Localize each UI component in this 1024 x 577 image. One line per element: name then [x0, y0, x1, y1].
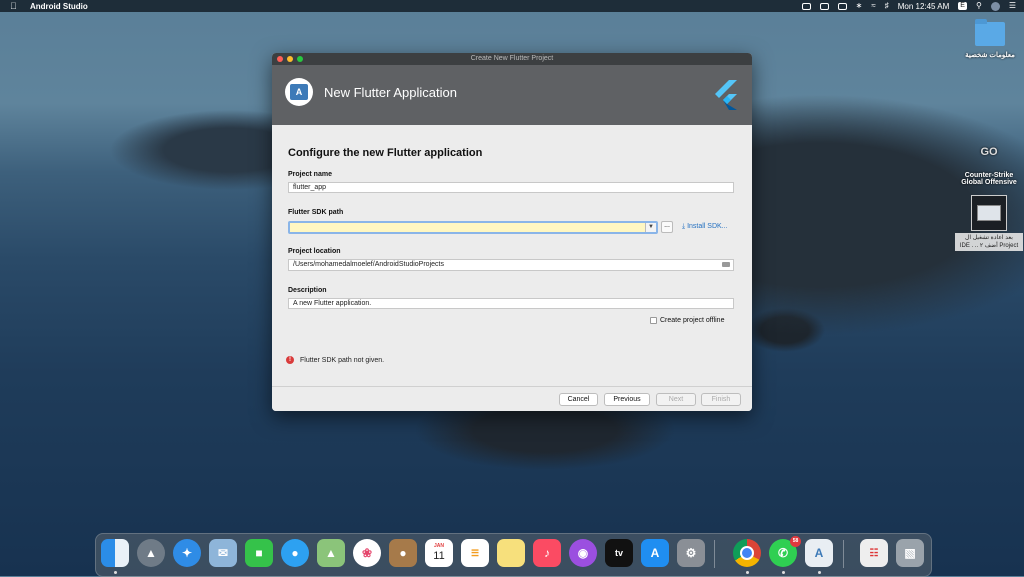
launchpad-icon[interactable]: ▲	[137, 539, 165, 567]
android-studio-logo-icon: A	[285, 78, 313, 106]
music-icon[interactable]: ♪	[533, 539, 561, 567]
close-window-button[interactable]	[277, 56, 283, 62]
wifi-icon[interactable]: ≈	[871, 0, 875, 12]
maps-icon[interactable]: ▲	[317, 539, 345, 567]
app-menu-name[interactable]: Android Studio	[30, 2, 88, 11]
browse-sdk-button[interactable]: ...	[661, 221, 673, 233]
csgo-label-line2: Global Offensive	[961, 179, 1017, 186]
database-icon[interactable]: ☷	[860, 539, 888, 567]
cancel-button[interactable]: Cancel	[559, 393, 598, 406]
spotlight-search-icon[interactable]: ⚲	[976, 0, 982, 12]
previous-button[interactable]: Previous	[604, 393, 650, 406]
app-store-icon[interactable]: A	[641, 539, 669, 567]
project-location-value: /Users/mohamedalmoelef/AndroidStudioProj…	[293, 261, 444, 268]
calendar-day: 11	[433, 550, 445, 562]
sdk-path-label: Flutter SDK path	[288, 209, 344, 216]
desktop-shortcut[interactable]: بعد اعادة تشغيل ال IDE . .. أضف ٢ Projec…	[955, 195, 1023, 251]
shortcut-label: بعد اعادة تشغيل ال IDE . .. أضف ٢ Projec…	[955, 233, 1023, 251]
desktop-folder[interactable]: معلومات شخصية	[962, 19, 1018, 59]
dialog-content: Configure the new Flutter application Pr…	[272, 125, 752, 387]
trash-icon[interactable]: ▧	[896, 539, 924, 567]
install-sdk-label: Install SDK...	[687, 223, 728, 230]
running-indicator	[818, 571, 821, 574]
project-location-input[interactable]: /Users/mohamedalmoelef/AndroidStudioProj…	[288, 259, 734, 271]
finder-icon[interactable]	[101, 539, 129, 567]
notification-center-icon[interactable]: ☰	[1009, 0, 1016, 12]
dialog-footer: Cancel Previous Next Finish	[272, 386, 752, 411]
chrome-icon[interactable]	[733, 539, 761, 567]
siri-icon[interactable]	[990, 1, 1000, 11]
next-button[interactable]: Next	[656, 393, 696, 406]
create-offline-option[interactable]: Create project offline	[650, 317, 724, 324]
dialog-banner: A New Flutter Application	[272, 65, 752, 125]
clock[interactable]: Mon 12:45 AM	[898, 2, 950, 11]
banner-title: New Flutter Application	[324, 85, 457, 100]
error-message: Flutter SDK path not given.	[300, 356, 385, 364]
display-icon[interactable]	[837, 2, 847, 10]
browse-folder-icon[interactable]	[722, 262, 730, 267]
creative-cloud-icon[interactable]	[801, 2, 811, 10]
tv-icon[interactable]: tv	[605, 539, 633, 567]
chevron-down-icon[interactable]: ▼	[645, 223, 656, 232]
apple-menu-icon[interactable]: 	[10, 2, 18, 11]
project-name-input[interactable]: flutter_app	[288, 182, 734, 193]
status-area: ∗ ≈ ♯ Mon 12:45 AM E ⚲ ☰	[801, 0, 1016, 12]
contacts-icon[interactable]: ●	[389, 539, 417, 567]
project-location-label: Project location	[288, 248, 341, 255]
messages-icon[interactable]: ●	[281, 539, 309, 567]
install-sdk-link[interactable]: ⤓ Install SDK...	[682, 223, 728, 231]
whatsapp-badge: 58	[790, 536, 801, 547]
dock-divider	[714, 540, 715, 568]
running-indicator	[746, 571, 749, 574]
validation-error: ! Flutter SDK path not given.	[286, 356, 384, 364]
input-source-icon[interactable]: E	[958, 2, 967, 10]
window-title: Create New Flutter Project	[470, 55, 554, 62]
tv-label: tv	[614, 548, 623, 558]
running-indicator	[114, 571, 117, 574]
create-offline-label: Create project offline	[660, 317, 725, 324]
window-controls	[277, 56, 303, 62]
screenshot-thumbnail-icon	[971, 195, 1007, 231]
reminders-icon[interactable]: ☰	[461, 539, 489, 567]
bluetooth-icon[interactable]: ∗	[856, 0, 863, 12]
volume-icon[interactable]: ♯	[885, 0, 889, 12]
create-offline-checkbox[interactable]	[650, 317, 657, 324]
finish-button[interactable]: Finish	[701, 393, 741, 406]
running-indicator	[782, 571, 785, 574]
zoom-window-button[interactable]	[297, 56, 303, 62]
description-input[interactable]: A new Flutter application.	[288, 298, 734, 309]
create-flutter-project-dialog: Create New Flutter Project A New Flutter…	[272, 53, 752, 411]
shortcut-label-line1: بعد اعادة تشغيل ال	[965, 235, 1013, 241]
mail-icon[interactable]: ✉	[209, 539, 237, 567]
android-studio-icon[interactable]: A	[805, 539, 833, 567]
desktop-folder-label: معلومات شخصية	[965, 52, 1015, 59]
calendar-icon[interactable]: JAN 11	[425, 539, 453, 567]
dialog-titlebar[interactable]: Create New Flutter Project	[272, 53, 752, 65]
csgo-icon: GO	[980, 146, 998, 158]
dock-divider	[843, 540, 844, 568]
error-icon: !	[286, 356, 294, 364]
podcasts-icon[interactable]: ◉	[569, 539, 597, 567]
calendar-month: JAN	[433, 543, 444, 549]
folder-icon	[975, 19, 1005, 46]
flutter-logo-icon	[715, 80, 737, 110]
sdk-path-combobox[interactable]: ▼	[288, 221, 658, 234]
safari-icon[interactable]: ✦	[173, 539, 201, 567]
facetime-icon[interactable]: ■	[245, 539, 273, 567]
csgo-label-line1: Counter-Strike	[964, 172, 1014, 179]
dock: ▲ ✦ ✉ ■ ● ▲ ❀ ● JAN 11 ☰ ♪ ◉ tv A ⚙ ✆ 58…	[95, 533, 932, 577]
desktop-csgo[interactable]: GO Counter-Strike Global Offensive	[958, 140, 1020, 186]
page-heading: Configure the new Flutter application	[288, 147, 483, 159]
description-label: Description	[288, 287, 327, 294]
minimize-window-button[interactable]	[287, 56, 293, 62]
screen-record-icon[interactable]	[819, 2, 829, 10]
download-icon: ⤓	[682, 223, 686, 230]
system-preferences-icon[interactable]: ⚙	[677, 539, 705, 567]
notes-icon[interactable]	[497, 539, 525, 567]
menu-bar:  Android Studio ∗ ≈ ♯ Mon 12:45 AM E ⚲ …	[0, 0, 1024, 12]
photos-icon[interactable]: ❀	[353, 539, 381, 567]
shortcut-label-line2: IDE . .. أضف ٢ Project	[959, 243, 1019, 249]
project-name-label: Project name	[288, 171, 332, 178]
